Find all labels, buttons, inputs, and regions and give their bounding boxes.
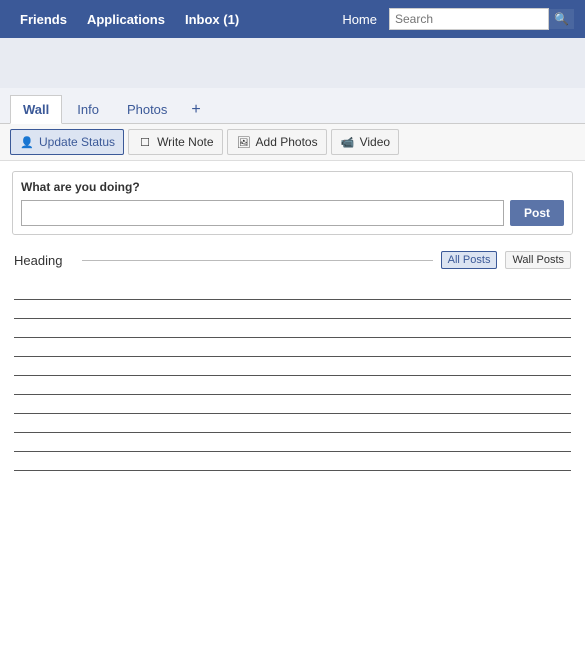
content-line xyxy=(14,394,571,395)
content-line xyxy=(14,375,571,376)
video-icon xyxy=(340,134,356,150)
status-input-row: Post xyxy=(21,200,564,226)
all-posts-filter[interactable]: All Posts xyxy=(441,251,498,269)
update-status-label: Update Status xyxy=(39,135,115,149)
status-box: What are you doing? Post xyxy=(12,171,573,235)
add-photos-label: Add Photos xyxy=(256,135,318,149)
content-line xyxy=(14,299,571,300)
photo-icon xyxy=(236,134,252,150)
update-status-button[interactable]: Update Status xyxy=(10,129,124,155)
tab-info[interactable]: Info xyxy=(64,95,112,123)
status-input[interactable] xyxy=(21,200,504,226)
write-note-button[interactable]: Write Note xyxy=(128,129,222,155)
inbox-nav-link[interactable]: Inbox (1) xyxy=(175,12,249,27)
home-nav-link[interactable]: Home xyxy=(330,12,389,27)
navbar: Friends Applications Inbox (1) Home 🔍 xyxy=(0,0,585,38)
search-button[interactable]: 🔍 xyxy=(549,8,575,30)
note-icon xyxy=(137,134,153,150)
search-container: 🔍 xyxy=(389,8,575,30)
heading-row: Heading All Posts Wall Posts xyxy=(0,245,585,275)
video-label: Video xyxy=(360,135,390,149)
search-icon: 🔍 xyxy=(554,12,569,26)
content-line xyxy=(14,356,571,357)
content-line xyxy=(14,432,571,433)
content-line xyxy=(14,470,571,471)
applications-nav-link[interactable]: Applications xyxy=(77,12,175,27)
friends-nav-link[interactable]: Friends xyxy=(10,12,77,27)
status-prompt: What are you doing? xyxy=(21,180,564,194)
content-line xyxy=(14,318,571,319)
heading-text: Heading xyxy=(14,253,74,268)
tab-add-button[interactable]: + xyxy=(182,96,209,123)
content-line xyxy=(14,413,571,414)
content-line xyxy=(14,451,571,452)
wall-posts-filter[interactable]: Wall Posts xyxy=(505,251,571,269)
video-button[interactable]: Video xyxy=(331,129,399,155)
write-note-label: Write Note xyxy=(157,135,213,149)
user-icon xyxy=(19,134,35,150)
search-input[interactable] xyxy=(389,8,549,30)
content-lines xyxy=(0,275,585,495)
tabs-bar: Wall Info Photos + xyxy=(0,88,585,124)
tab-photos[interactable]: Photos xyxy=(114,95,180,123)
action-bar: Update Status Write Note Add Photos Vide… xyxy=(0,124,585,161)
profile-area xyxy=(0,38,585,88)
content-line xyxy=(14,337,571,338)
tab-wall[interactable]: Wall xyxy=(10,95,62,124)
add-photos-button[interactable]: Add Photos xyxy=(227,129,327,155)
heading-divider xyxy=(82,260,433,261)
post-button[interactable]: Post xyxy=(510,200,564,226)
